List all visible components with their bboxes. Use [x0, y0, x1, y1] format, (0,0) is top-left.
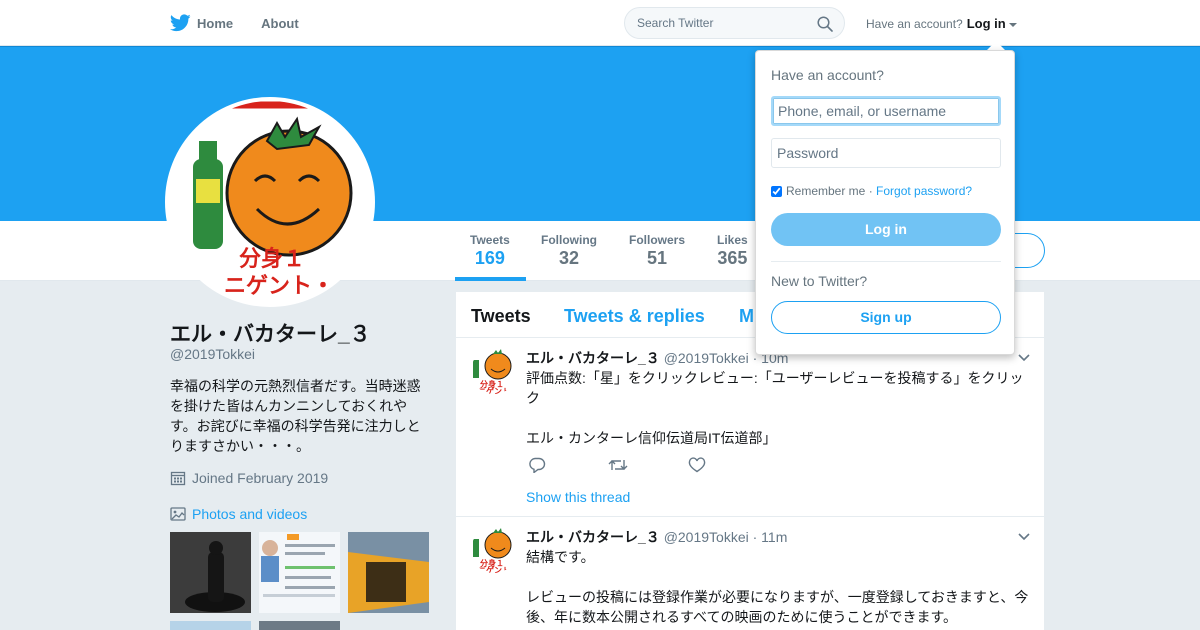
- orange-mascot-image: 分身１ ニゲント・: [169, 101, 371, 303]
- tweet-text: 結構です。 レビューの投稿には登録作業が必要になりますが、一度登録しておきますと…: [526, 549, 1029, 625]
- media-thumbnail[interactable]: [170, 621, 251, 630]
- tab-media[interactable]: M: [739, 306, 754, 327]
- tweet-item[interactable]: 分身１ ニゲント エル・バカターレ_３ @2019Tokkei · 11m 結構…: [456, 517, 1044, 630]
- media-thumbnail[interactable]: [259, 621, 340, 630]
- nav-about-link[interactable]: About: [261, 16, 299, 31]
- thumbnail-image: [348, 532, 429, 613]
- svg-text:ニゲント・: ニゲント・: [224, 274, 334, 299]
- tweet-avatar-image: 分身１ ニゲント: [471, 527, 517, 573]
- search-input[interactable]: [637, 16, 807, 30]
- remember-me-row: Remember me · Forgot password?: [771, 184, 972, 198]
- login-dropdown: Have an account? Remember me · Forgot pa…: [755, 50, 1015, 355]
- stat-tweets[interactable]: Tweets 169: [470, 233, 510, 269]
- login-prompt: Have an account? Log in: [866, 16, 1017, 31]
- tweet-author-handle[interactable]: @2019Tokkei: [664, 350, 749, 366]
- tweet-header: エル・バカターレ_３ @2019Tokkei · 10m: [526, 348, 788, 368]
- tweet-header: エル・バカターレ_３ @2019Tokkei · 11m: [526, 527, 787, 547]
- tweet-item[interactable]: 分身１ ニゲント エル・バカターレ_３ @2019Tokkei · 10m 評価…: [456, 338, 1044, 517]
- login-button[interactable]: Log in: [771, 213, 1001, 246]
- tweet-author-handle[interactable]: @2019Tokkei: [664, 529, 749, 545]
- profile-name[interactable]: エル・バカターレ_３: [170, 318, 371, 348]
- reply-action[interactable]: [528, 457, 608, 478]
- search-icon[interactable]: [817, 16, 833, 32]
- profile-bio: 幸福の科学の元熱烈信者だす。当時迷惑を掛けた皆はんカンニンしておくれやす。お詫び…: [170, 378, 421, 454]
- chevron-down-icon[interactable]: [1018, 354, 1030, 362]
- profile-joined: Joined February 2019: [170, 470, 328, 486]
- dropdown-divider: [771, 261, 1001, 262]
- nav-links: Home About: [170, 0, 327, 46]
- chevron-down-icon[interactable]: [1018, 533, 1030, 541]
- nav-about-label: About: [261, 15, 299, 31]
- password-field[interactable]: [771, 138, 1001, 168]
- tweet-avatar-image: 分身１ ニゲント: [471, 348, 517, 394]
- login-dropdown-title: Have an account?: [771, 67, 884, 83]
- stat-following-label: Following: [541, 233, 597, 247]
- dropdown-arrow: [987, 41, 1005, 50]
- login-toggle[interactable]: Log in: [967, 16, 1006, 31]
- caret-down-icon[interactable]: [1008, 22, 1017, 27]
- photos-videos-label: Photos and videos: [192, 506, 308, 522]
- tab-tweets[interactable]: Tweets: [471, 306, 531, 327]
- show-thread-link[interactable]: Show this thread: [526, 489, 630, 505]
- profile-avatar[interactable]: 分身１ ニゲント・: [165, 97, 375, 307]
- stat-followers[interactable]: Followers 51: [629, 233, 685, 269]
- nav-home-label: Home: [197, 15, 234, 31]
- remember-forgot-separator: ·: [865, 184, 877, 198]
- nav-home-link[interactable]: Home: [170, 14, 233, 32]
- retweet-icon[interactable]: [608, 457, 628, 473]
- tweet-avatar[interactable]: 分身１ ニゲント: [471, 527, 517, 573]
- twitter-bird-icon: [170, 14, 191, 32]
- svg-text:ニゲント: ニゲント: [478, 386, 510, 394]
- image-icon: [170, 507, 186, 521]
- tweet-author-name[interactable]: エル・バカターレ_３: [526, 529, 660, 545]
- media-thumbnail[interactable]: [170, 532, 251, 613]
- new-to-twitter-text: New to Twitter?: [771, 273, 868, 289]
- stat-following-count: 32: [558, 248, 580, 268]
- stat-tweets-label: Tweets: [470, 233, 510, 247]
- like-action[interactable]: [688, 457, 768, 478]
- stat-followers-label: Followers: [629, 233, 686, 247]
- thumbnail-image: [259, 532, 340, 613]
- tweet-timestamp[interactable]: · 11m: [753, 529, 788, 545]
- top-navigation-bar: Home About Have an account? Log in: [0, 0, 1200, 46]
- media-thumbnail[interactable]: [259, 532, 340, 613]
- tab-tweets-replies[interactable]: Tweets & replies: [564, 306, 705, 327]
- search-box[interactable]: [624, 7, 845, 39]
- stat-tweets-count: 169: [474, 248, 505, 268]
- calendar-icon: [170, 471, 186, 486]
- tweet-avatar[interactable]: 分身１ ニゲント: [471, 348, 517, 394]
- stat-likes-count: 365: [717, 248, 748, 268]
- reply-icon[interactable]: [528, 457, 546, 474]
- heart-icon[interactable]: [688, 457, 706, 473]
- active-stat-indicator: [455, 277, 526, 281]
- stat-likes[interactable]: Likes 365: [717, 233, 748, 269]
- remember-me-checkbox[interactable]: [771, 185, 782, 197]
- svg-text:分身１: 分身１: [239, 246, 305, 272]
- retweet-action[interactable]: [608, 457, 688, 478]
- stat-followers-count: 51: [646, 248, 668, 268]
- svg-text:ニゲント: ニゲント: [478, 565, 510, 573]
- tweet-actions: [528, 457, 768, 478]
- username-field[interactable]: [771, 96, 1001, 126]
- signup-button[interactable]: Sign up: [771, 301, 1001, 334]
- thumbnail-image: [170, 532, 251, 613]
- tweet-text: 評価点数:「星」をクリックレビュー:「ユーザーレビューを投稿する」をクリック エ…: [526, 370, 1024, 446]
- media-thumbnail[interactable]: [348, 532, 429, 613]
- stat-following[interactable]: Following 32: [541, 233, 597, 269]
- forgot-password-link[interactable]: Forgot password?: [876, 184, 972, 198]
- photos-videos-link[interactable]: Photos and videos: [170, 506, 307, 522]
- account-prompt-text: Have an account?: [866, 16, 963, 31]
- remember-me-label[interactable]: Remember me: [786, 184, 865, 198]
- tweet-author-name[interactable]: エル・バカターレ_３: [526, 350, 660, 366]
- stat-likes-label: Likes: [717, 233, 748, 247]
- profile-handle[interactable]: @2019Tokkei: [170, 346, 255, 362]
- joined-date: Joined February 2019: [192, 470, 329, 486]
